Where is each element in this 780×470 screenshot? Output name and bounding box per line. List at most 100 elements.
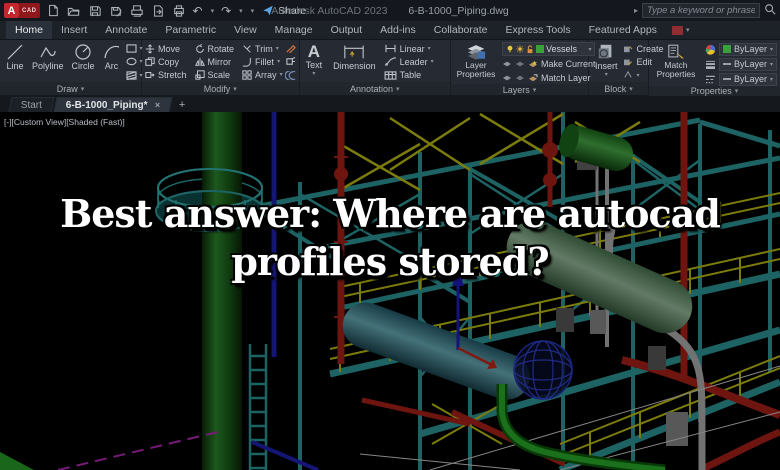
properties-panel-footer[interactable]: Properties bbox=[648, 86, 780, 96]
ribbon-overflow-button[interactable]: ▾ bbox=[666, 21, 696, 39]
customize-qat-button[interactable]: ▾ bbox=[251, 7, 255, 15]
table-button[interactable]: Table bbox=[384, 69, 434, 82]
modify-panel-footer[interactable]: Modify bbox=[142, 82, 299, 95]
tab-manage[interactable]: Manage bbox=[266, 21, 322, 39]
tab-express-tools[interactable]: Express Tools bbox=[496, 21, 579, 39]
redo-button[interactable]: ↷ bbox=[221, 5, 231, 17]
tab-featured-apps[interactable]: Featured Apps bbox=[580, 21, 666, 39]
match-layer-button[interactable]: Match Layer bbox=[502, 71, 596, 84]
drawing-canvas[interactable] bbox=[0, 112, 780, 470]
erase-button[interactable] bbox=[285, 42, 296, 55]
plot-button[interactable] bbox=[130, 4, 144, 18]
document-name: 6-B-1000_Piping.dwg bbox=[408, 4, 509, 17]
export-button[interactable] bbox=[151, 4, 165, 18]
linear-dimension-button[interactable]: Linear ▾ bbox=[384, 42, 434, 55]
layer-dropdown[interactable]: Vessels ▾ bbox=[501, 42, 596, 56]
line-icon bbox=[7, 44, 23, 60]
insert-block-button[interactable]: Insert ▾ bbox=[592, 42, 621, 82]
layer-properties-icon bbox=[467, 45, 486, 60]
insert-block-icon bbox=[599, 44, 612, 59]
viewport-controls[interactable]: [-][Custom View][Shaded (Fast)] bbox=[4, 117, 125, 127]
scale-button[interactable]: Scale bbox=[194, 68, 235, 81]
edit-block-icon bbox=[624, 59, 633, 66]
undo-button[interactable]: ↶ bbox=[193, 5, 203, 17]
tab-annotate[interactable]: Annotate bbox=[96, 21, 156, 39]
leader-dropdown-icon: ▾ bbox=[430, 59, 434, 66]
trim-button[interactable]: Trim ▾ bbox=[242, 42, 283, 55]
leader-button[interactable]: Leader ▾ bbox=[384, 55, 434, 68]
explode-button[interactable] bbox=[285, 55, 296, 68]
lineweight-control[interactable]: ByLayer ▾ bbox=[705, 57, 777, 71]
tab-parametric[interactable]: Parametric bbox=[156, 21, 225, 39]
lineweight-icon bbox=[705, 60, 715, 69]
dimension-button[interactable]: Dimension bbox=[330, 42, 379, 82]
fillet-button[interactable]: Fillet ▾ bbox=[242, 55, 283, 68]
rotate-button[interactable]: Rotate bbox=[195, 42, 234, 55]
draw-panel-footer[interactable]: Draw bbox=[0, 82, 141, 95]
mirror-button[interactable]: Mirror bbox=[194, 55, 235, 68]
layers-panel-footer[interactable]: Layers bbox=[450, 84, 588, 95]
share-plane-icon bbox=[263, 5, 273, 16]
linetype-control[interactable]: ByLayer ▾ bbox=[705, 72, 777, 86]
open-file-button[interactable] bbox=[67, 4, 81, 18]
search-button[interactable] bbox=[764, 3, 776, 18]
share-button[interactable]: Share bbox=[262, 5, 306, 17]
make-current-button[interactable]: Make Current bbox=[502, 57, 595, 70]
text-button[interactable]: A Text ▾ bbox=[303, 42, 326, 82]
file-tab-start[interactable]: Start bbox=[8, 97, 55, 112]
help-search: ▸ Type a keyword or phrase bbox=[634, 3, 776, 18]
tab-home[interactable]: Home bbox=[6, 21, 53, 39]
arc-icon bbox=[103, 45, 119, 59]
circle-button[interactable]: Circle bbox=[69, 42, 98, 82]
tab-insert[interactable]: Insert bbox=[52, 21, 96, 39]
layer-flat-icon-2 bbox=[515, 61, 524, 66]
create-block-icon bbox=[624, 45, 633, 52]
rectangle-tool-button[interactable]: ▾ bbox=[126, 42, 143, 55]
polyline-button[interactable]: Polyline bbox=[29, 42, 67, 82]
copy-button[interactable]: Copy bbox=[145, 55, 187, 68]
drawing-viewport[interactable]: [-][Custom View][Shaded (Fast)] Best ans… bbox=[0, 112, 780, 470]
ribbon: Line Polyline Circle Arc ▾ ▾ ▾ Draw ▾ Mo… bbox=[0, 40, 780, 96]
new-file-button[interactable] bbox=[46, 4, 60, 18]
block-panel-footer[interactable]: Block bbox=[588, 82, 648, 95]
object-color-control[interactable]: ByLayer ▾ bbox=[705, 42, 777, 56]
layer-properties-button[interactable]: Layer Properties bbox=[454, 42, 498, 84]
trim-icon bbox=[243, 44, 251, 53]
match-properties-button[interactable]: Match Properties bbox=[652, 42, 700, 86]
panel-modify: Move Rotate Trim ▾ Copy Mirror Fillet ▾ St… bbox=[142, 40, 300, 95]
open-folder-icon bbox=[67, 7, 80, 16]
tab-add-ins[interactable]: Add-ins bbox=[371, 21, 425, 39]
print-button[interactable] bbox=[172, 4, 186, 18]
array-button[interactable]: Array ▾ bbox=[242, 68, 283, 81]
tab-output[interactable]: Output bbox=[322, 21, 372, 39]
line-button[interactable]: Line bbox=[3, 42, 27, 82]
dimension-icon bbox=[344, 45, 365, 59]
ellipse-tool-button[interactable]: ▾ bbox=[126, 55, 143, 68]
fillet-icon bbox=[242, 57, 251, 67]
redo-dropdown-icon[interactable]: ▾ bbox=[239, 7, 243, 15]
quick-access-toolbar: ↶ ▾ ↷ ▾ ▾ bbox=[46, 4, 255, 18]
search-input[interactable]: Type a keyword or phrase bbox=[642, 3, 760, 18]
tab-view[interactable]: View bbox=[225, 21, 266, 39]
search-history-arrow-icon[interactable]: ▸ bbox=[634, 6, 638, 15]
annotation-panel-footer[interactable]: Annotation bbox=[299, 82, 450, 95]
rotate-icon bbox=[195, 43, 204, 53]
panel-annotation: A Text ▾ Dimension Linear ▾ Leader ▾ Table… bbox=[299, 40, 451, 95]
panel-block: Insert ▾ Create Edit ▾ Block bbox=[588, 40, 663, 95]
table-icon bbox=[384, 71, 397, 80]
move-button[interactable]: Move bbox=[145, 42, 187, 55]
scale-icon bbox=[194, 69, 205, 80]
hatch-tool-button[interactable]: ▾ bbox=[126, 69, 143, 82]
save-button[interactable] bbox=[88, 4, 102, 18]
new-tab-button[interactable]: + bbox=[173, 97, 191, 112]
app-menu-button[interactable]: A CAD bbox=[4, 3, 40, 18]
hatch-icon bbox=[126, 71, 137, 80]
offset-button[interactable] bbox=[284, 69, 296, 82]
close-tab-icon[interactable]: × bbox=[155, 100, 160, 110]
save-as-button[interactable] bbox=[109, 4, 123, 18]
stretch-button[interactable]: Stretch bbox=[145, 68, 187, 81]
undo-dropdown-icon[interactable]: ▾ bbox=[211, 7, 215, 15]
arc-button[interactable]: Arc bbox=[100, 42, 124, 82]
tab-collaborate[interactable]: Collaborate bbox=[425, 21, 497, 39]
file-tab-document[interactable]: 6-B-1000_Piping* × bbox=[53, 97, 173, 112]
